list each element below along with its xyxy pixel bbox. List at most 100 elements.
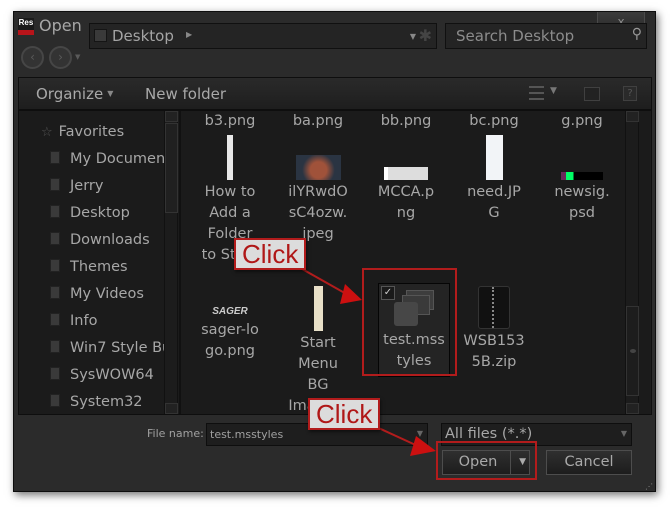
favorites-label: Favorites (58, 124, 125, 140)
file-name-line: sC4ozw. (288, 205, 348, 221)
view-options-dropdown-icon[interactable]: ▼ (550, 86, 557, 96)
sidebar-item-themes[interactable]: Themes (50, 259, 128, 283)
navigation-pane: ☆ Favorites My Documents Jerry Desktop Do… (19, 111, 164, 414)
file-item-need[interactable]: need.JP G (453, 135, 535, 224)
sidebar-item-my-videos[interactable]: My Videos (50, 286, 144, 310)
file-name-line: Menu (298, 356, 338, 372)
file-item-wsb1535b-zip[interactable]: WSB153 5B.zip (453, 286, 535, 373)
file-item[interactable]: b3.png (189, 111, 271, 132)
sidebar-item-desktop[interactable]: Desktop (50, 205, 130, 229)
sidebar-item-label: My Videos (70, 286, 144, 302)
new-folder-button[interactable]: New folder (145, 85, 226, 103)
help-icon[interactable]: ? (623, 86, 637, 101)
breadcrumb-arrow-icon[interactable]: ▶ (186, 30, 192, 39)
file-item-mcca[interactable]: MCCA.p ng (365, 135, 447, 224)
file-item-ilyrwdo[interactable]: ilYRwdO sC4ozw. jpeg (277, 135, 359, 245)
image-thumbnail (295, 155, 341, 180)
file-name: ba.png (292, 113, 344, 129)
toolbar: Organize ▼ New folder ▼ ? (18, 77, 652, 110)
sidebar-item-info[interactable]: Info (50, 313, 97, 337)
search-input[interactable]: Search Desktop (456, 27, 574, 45)
file-item-sager-logo[interactable]: SAGER sager-lo go.png (189, 286, 271, 362)
pane-divider[interactable] (179, 111, 181, 414)
file-item[interactable]: ba.png (277, 111, 359, 132)
file-name-line: BG (307, 377, 329, 393)
sidebar-item-label: My Documents (70, 151, 164, 167)
scrollbar-thumb[interactable] (626, 306, 639, 396)
file-name-line: How to (204, 184, 256, 200)
sidebar-item-label: Win7 Style Builder (70, 340, 164, 356)
chevron-down-icon[interactable]: ▼ (621, 429, 627, 438)
file-name-line: go.png (204, 343, 256, 359)
file-name-line: newsig. (554, 184, 610, 200)
highlight-box-selected-file (362, 268, 457, 376)
search-box[interactable]: Search Desktop ⚲ (445, 23, 647, 49)
sidebar-item-my-documents[interactable]: My Documents (50, 151, 164, 175)
folder-icon (94, 29, 107, 42)
file-name-label: File name: (147, 427, 204, 440)
address-bar[interactable]: Desktop ▶ ▼ ✱ (89, 23, 437, 49)
search-icon[interactable]: ⚲ (632, 26, 642, 42)
sidebar-item-label: Themes (70, 259, 128, 275)
scroll-down-button[interactable] (165, 403, 178, 414)
sidebar-item-label: Desktop (70, 205, 130, 221)
folder-icon (50, 394, 60, 407)
preview-pane-icon[interactable] (584, 87, 600, 101)
file-item[interactable]: bc.png (453, 111, 535, 132)
file-item[interactable]: g.png (541, 111, 623, 132)
file-name: g.png (561, 113, 603, 129)
address-breadcrumb-desktop[interactable]: Desktop (112, 27, 174, 45)
forward-button[interactable]: › (49, 46, 72, 69)
downloads-folder-icon (50, 232, 60, 245)
content-area: ☆ Favorites My Documents Jerry Desktop Do… (18, 110, 652, 415)
image-thumbnail: SAGER (212, 306, 248, 317)
change-view-icon[interactable] (529, 86, 544, 100)
recent-pages-dropdown[interactable]: ▼ (75, 53, 80, 61)
highlight-box-open-button (436, 441, 537, 480)
click-callout-open: Click (308, 398, 381, 430)
folder-icon (50, 259, 60, 272)
sidebar-favorites[interactable]: ☆ Favorites (41, 124, 124, 148)
window-title: Open (39, 16, 82, 35)
file-name-line: sager-lo (201, 322, 259, 338)
folder-icon (50, 178, 60, 191)
file-name: b3.png (204, 113, 256, 129)
image-thumbnail (561, 172, 603, 180)
file-name-line: Start (300, 335, 336, 351)
refresh-icon[interactable]: ✱ (419, 26, 432, 45)
file-item-newsig[interactable]: newsig. psd (541, 135, 623, 224)
videos-folder-icon (50, 286, 60, 299)
file-item[interactable]: bb.png (365, 111, 447, 132)
back-button[interactable]: ‹ (21, 46, 44, 69)
file-name-line: 5B.zip (471, 354, 517, 370)
scroll-up-button[interactable] (165, 111, 178, 122)
file-name-line: WSB153 (463, 333, 525, 349)
sidebar-item-system32[interactable]: System32 (50, 394, 143, 414)
sidebar-item-downloads[interactable]: Downloads (50, 232, 150, 256)
image-thumbnail (313, 286, 323, 331)
file-name-line: G (488, 205, 500, 221)
organize-button[interactable]: Organize ▼ (36, 85, 113, 103)
sidebar-item-jerry[interactable]: Jerry (50, 178, 103, 202)
file-item-start-menu-bg[interactable]: Start Menu BG Image... (277, 286, 359, 414)
file-list-scrollbar[interactable] (625, 111, 639, 414)
address-dropdown-icon[interactable]: ▼ (410, 32, 416, 41)
file-name-value: test.msstyles (210, 428, 284, 441)
sidebar-scrollbar[interactable] (164, 111, 178, 414)
chevron-down-icon[interactable]: ▼ (417, 429, 423, 438)
click-callout-file: Click (234, 238, 307, 270)
cancel-button[interactable]: Cancel (546, 450, 632, 475)
sidebar-item-syswow64[interactable]: SysWOW64 (50, 367, 154, 391)
resize-grip-icon[interactable]: ⋰ (645, 482, 653, 491)
file-type-value: All files (*.*) (445, 426, 533, 442)
folder-icon (50, 340, 60, 353)
scroll-down-button[interactable] (626, 403, 639, 414)
scrollbar-thumb[interactable] (165, 123, 178, 213)
scroll-up-button[interactable] (626, 111, 639, 122)
sidebar-item-label: Info (70, 313, 98, 329)
sidebar-item-win7-style-builder[interactable]: Win7 Style Builder (50, 340, 164, 364)
file-name-line: Add a (209, 205, 251, 221)
sidebar-item-label: System32 (70, 394, 143, 410)
image-thumbnail (227, 135, 233, 180)
chevron-down-icon: ▼ (107, 89, 114, 98)
